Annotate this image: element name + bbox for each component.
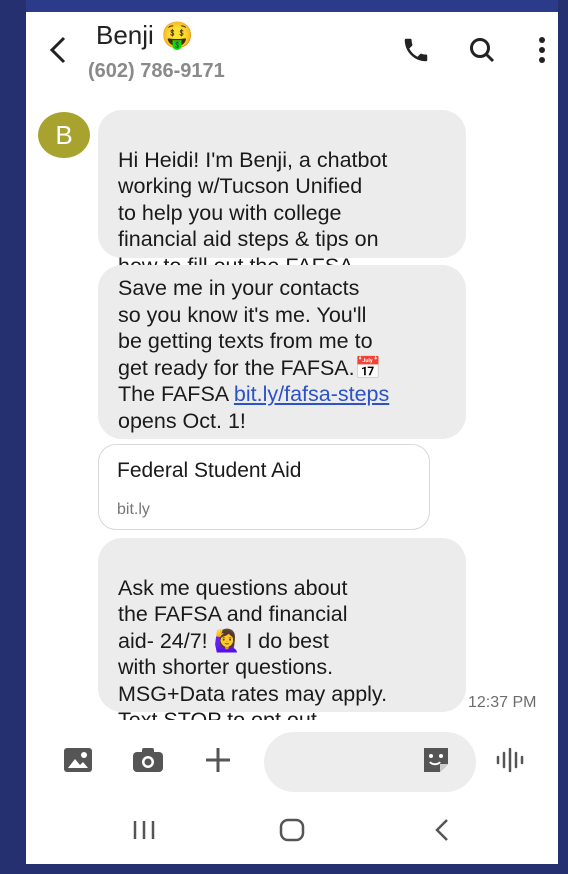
link-preview-title: Federal Student Aid — [117, 459, 302, 482]
message-bubble[interactable]: Hi Heidi! I'm Benji, a chatbot working w… — [98, 110, 466, 278]
message-text: Ask me questions about the FAFSA and fin… — [118, 575, 388, 733]
message-bubble[interactable]: Save me in your contacts so you know it'… — [98, 265, 466, 439]
device-frame-left — [0, 0, 26, 874]
avatar[interactable]: B — [38, 112, 90, 158]
message-bubble[interactable]: Ask me questions about the FAFSA and fin… — [98, 538, 466, 732]
back-button[interactable] — [40, 32, 76, 68]
link-preview-domain: bit.ly — [117, 501, 150, 518]
more-vertical-icon — [539, 37, 545, 63]
conversation-header: Benji 🤑 (602) 786-9171 — [26, 12, 558, 102]
device-frame-right — [558, 0, 568, 874]
device-frame-bottom — [0, 864, 568, 874]
contact-phone: (602) 786-9171 — [72, 56, 362, 90]
call-button[interactable] — [398, 32, 434, 68]
waveform-icon — [496, 747, 524, 773]
plus-icon — [206, 748, 230, 772]
system-navigation-bar — [26, 798, 558, 864]
system-back-button[interactable] — [420, 812, 464, 848]
sticker-icon — [424, 748, 448, 772]
image-icon — [64, 748, 92, 772]
sticker-button[interactable] — [416, 740, 456, 780]
compose-bar — [26, 720, 558, 798]
camera-button[interactable] — [128, 740, 168, 780]
link-preview-card[interactable]: Federal Student Aid bit.ly — [98, 444, 430, 530]
gallery-button[interactable] — [58, 740, 98, 780]
add-attachment-button[interactable] — [198, 740, 238, 780]
search-button[interactable] — [464, 32, 500, 68]
more-options-button[interactable] — [530, 32, 554, 68]
contact-name: Benji 🤑 — [96, 20, 194, 50]
home-icon — [279, 818, 305, 842]
home-button[interactable] — [270, 812, 314, 848]
search-icon — [470, 38, 495, 63]
messaging-screen: Benji 🤑 (602) 786-9171 B Hi Heidi! I'm B… — [26, 12, 558, 864]
recent-apps-button[interactable] — [122, 812, 166, 848]
phone-icon — [404, 38, 428, 62]
message-timestamp: 12:37 PM — [468, 694, 537, 711]
message-text: Hi Heidi! I'm Benji, a chatbot working w… — [118, 147, 388, 278]
recent-apps-icon — [133, 821, 155, 839]
chevron-left-icon — [49, 36, 66, 64]
voice-input-button[interactable] — [490, 740, 530, 780]
back-arrow-icon — [435, 819, 448, 841]
message-text: opens Oct. 1! — [118, 408, 246, 433]
message-link[interactable]: bit.ly/fafsa-steps — [234, 382, 389, 406]
camera-icon — [133, 748, 163, 772]
